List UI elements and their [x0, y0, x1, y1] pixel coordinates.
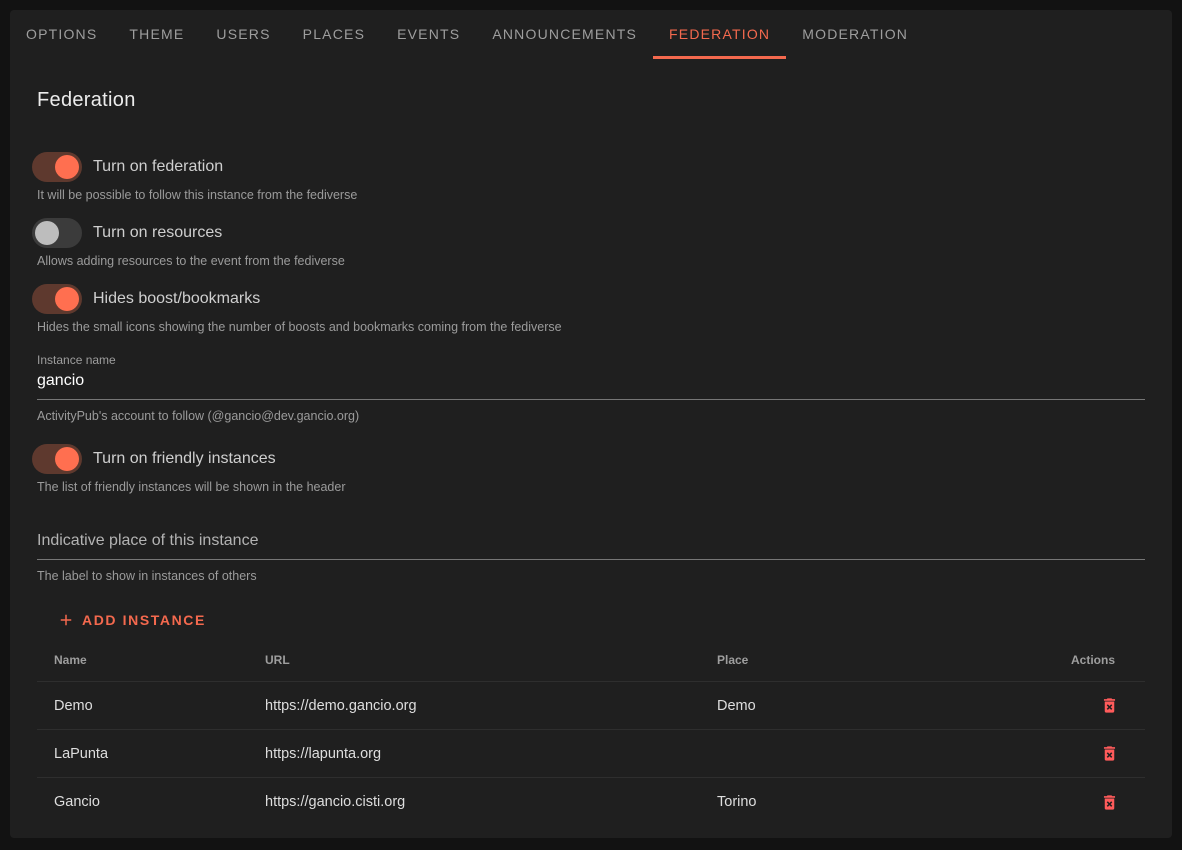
setting-turn-on-federation: Turn on federation It will be possible t…	[37, 152, 1145, 203]
hide-boost-toggle[interactable]	[32, 284, 82, 314]
federation-toggle-hint: It will be possible to follow this insta…	[37, 188, 1145, 203]
column-header-place: Place	[700, 638, 1025, 681]
trash-delete-forever-icon	[1100, 744, 1119, 763]
add-instance-button[interactable]: ADD INSTANCE	[47, 602, 216, 638]
trash-delete-forever-icon	[1100, 793, 1119, 812]
federation-toggle[interactable]	[32, 152, 82, 182]
table-row: Demo https://demo.gancio.org Demo	[37, 682, 1145, 730]
cell-place: Demo	[700, 682, 1025, 729]
tab-options[interactable]: OPTIONS	[10, 10, 113, 58]
column-header-url: URL	[248, 638, 700, 681]
cell-url: https://demo.gancio.org	[248, 682, 700, 729]
toggle-thumb	[55, 447, 79, 471]
delete-instance-button[interactable]	[1100, 696, 1119, 715]
plus-icon	[57, 611, 75, 629]
table-row: Gancio https://gancio.cisti.org Torino	[37, 778, 1145, 826]
federation-settings-panel: Federation Turn on federation It will be…	[10, 89, 1172, 826]
add-instance-label: ADD INSTANCE	[82, 612, 206, 628]
hide-boost-toggle-label: Hides boost/bookmarks	[93, 290, 260, 308]
resources-toggle-hint: Allows adding resources to the event fro…	[37, 254, 1145, 269]
instance-name-hint: ActivityPub's account to follow (@gancio…	[37, 409, 1145, 424]
setting-hides-boost-bookmarks: Hides boost/bookmarks Hides the small ic…	[37, 284, 1145, 335]
cell-place: Torino	[700, 778, 1025, 826]
toggle-thumb	[55, 155, 79, 179]
instance-place-hint: The label to show in instances of others	[37, 569, 1145, 584]
cell-place	[700, 730, 1025, 777]
tab-moderation[interactable]: MODERATION	[786, 10, 924, 58]
cell-url: https://lapunta.org	[248, 730, 700, 777]
friendly-instances-toggle-hint: The list of friendly instances will be s…	[37, 480, 1145, 495]
admin-settings-card: OPTIONS THEME USERS PLACES EVENTS ANNOUN…	[10, 10, 1172, 838]
tab-announcements[interactable]: ANNOUNCEMENTS	[476, 10, 653, 58]
cell-name: Gancio	[37, 778, 248, 826]
hide-boost-toggle-hint: Hides the small icons showing the number…	[37, 320, 1145, 335]
instance-place-field: The label to show in instances of others	[37, 527, 1145, 584]
cell-url: https://gancio.cisti.org	[248, 778, 700, 826]
cell-name: LaPunta	[37, 730, 248, 777]
column-header-name: Name	[37, 638, 248, 681]
setting-turn-on-resources: Turn on resources Allows adding resource…	[37, 218, 1145, 269]
trash-delete-forever-icon	[1100, 696, 1119, 715]
setting-friendly-instances: Turn on friendly instances The list of f…	[37, 444, 1145, 495]
table-row: LaPunta https://lapunta.org	[37, 730, 1145, 778]
tab-bar: OPTIONS THEME USERS PLACES EVENTS ANNOUN…	[10, 10, 1172, 58]
resources-toggle[interactable]	[32, 218, 82, 248]
tab-federation[interactable]: FEDERATION	[653, 10, 786, 58]
friendly-instances-toggle-label: Turn on friendly instances	[93, 450, 276, 468]
tab-events[interactable]: EVENTS	[381, 10, 476, 58]
federation-toggle-label: Turn on federation	[93, 158, 223, 176]
resources-toggle-label: Turn on resources	[93, 224, 222, 242]
cell-name: Demo	[37, 682, 248, 729]
toggle-thumb	[35, 221, 59, 245]
friendly-instances-toggle[interactable]	[32, 444, 82, 474]
column-header-actions: Actions	[1025, 638, 1145, 681]
delete-instance-button[interactable]	[1100, 793, 1119, 812]
delete-instance-button[interactable]	[1100, 744, 1119, 763]
instance-name-input[interactable]	[37, 367, 1145, 400]
instance-name-label: Instance name	[37, 353, 1145, 367]
tab-users[interactable]: USERS	[200, 10, 286, 58]
instance-place-input[interactable]	[37, 527, 1145, 560]
tab-places[interactable]: PLACES	[287, 10, 381, 58]
toggle-thumb	[55, 287, 79, 311]
page-title: Federation	[37, 89, 1145, 112]
tab-theme[interactable]: THEME	[113, 10, 200, 58]
instance-name-field: Instance name ActivityPub's account to f…	[37, 353, 1145, 424]
table-header-row: Name URL Place Actions	[37, 638, 1145, 682]
friendly-instances-table: Name URL Place Actions Demo https://demo…	[37, 638, 1145, 826]
